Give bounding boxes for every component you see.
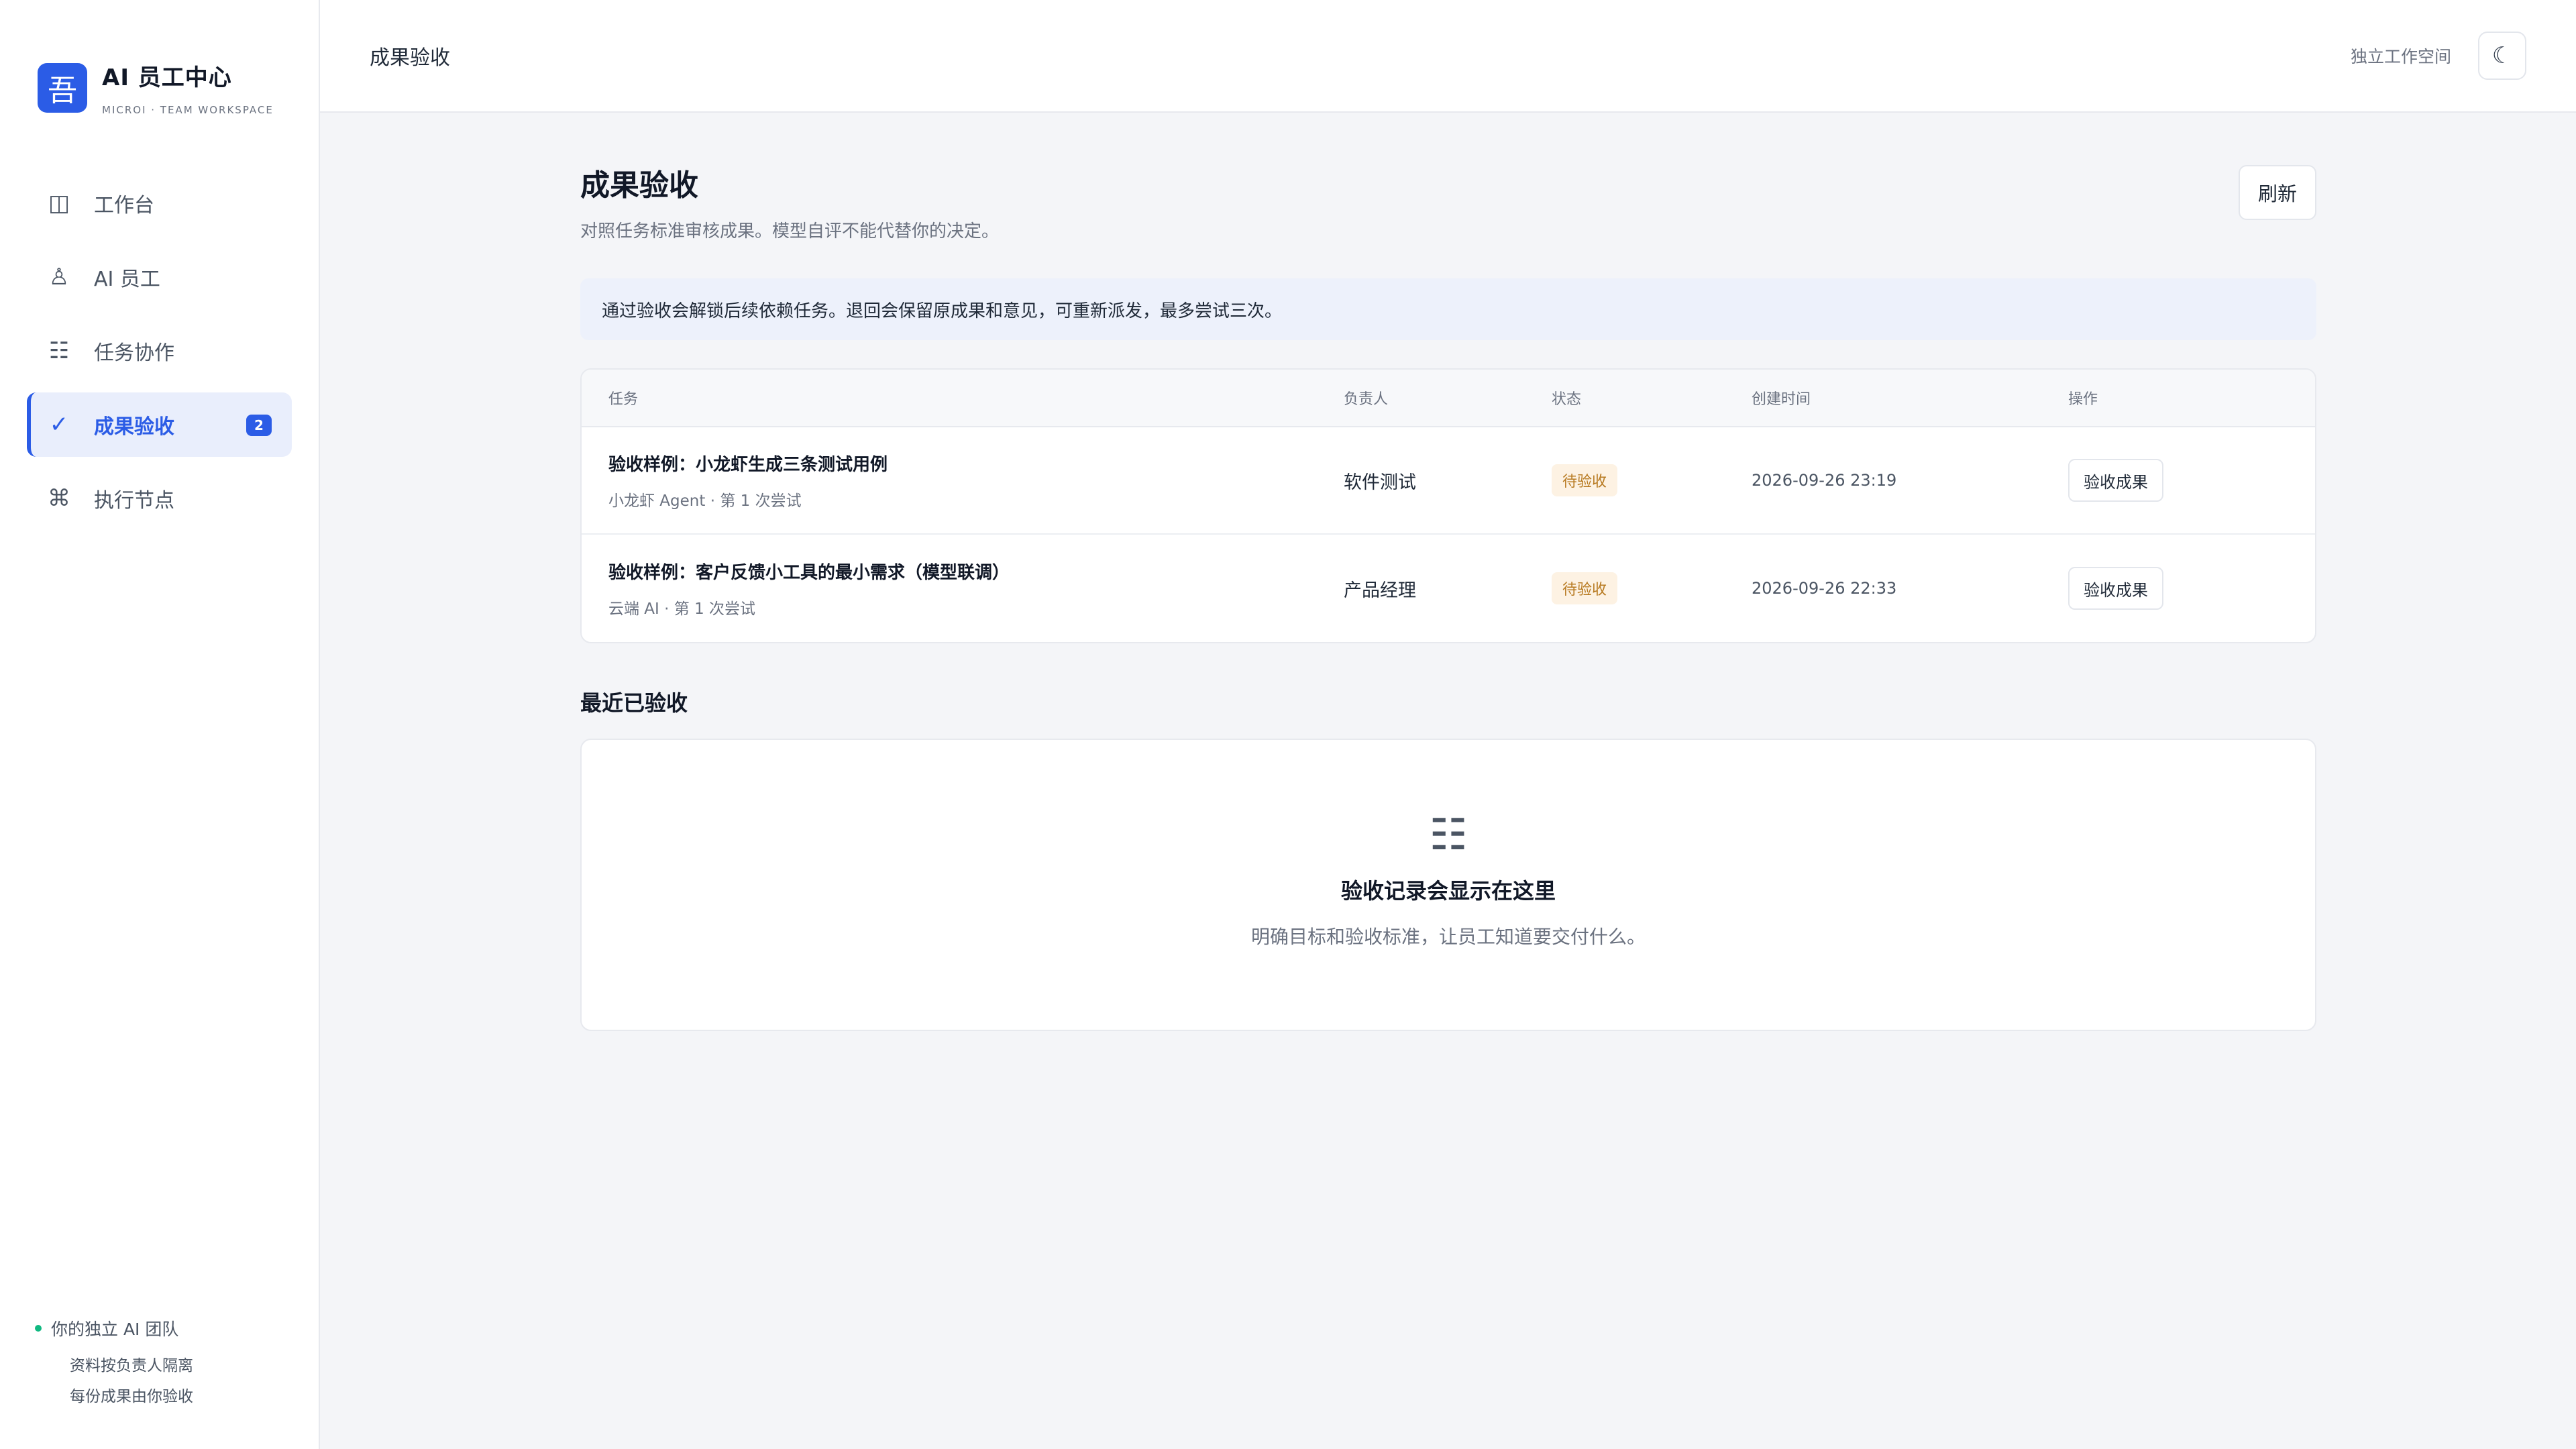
sidebar-item-nodes[interactable]: ⌘ 执行节点 bbox=[27, 466, 292, 531]
sidebar-item-tasks[interactable]: ☷ 任务协作 bbox=[27, 319, 292, 383]
created-time-cell: 2026-09-26 22:33 bbox=[1752, 579, 1897, 598]
column-header-status: 状态 bbox=[1552, 391, 1582, 408]
theme-toggle-button[interactable]: ☾ bbox=[2478, 32, 2526, 80]
status-cell: 待验收 bbox=[1552, 572, 1752, 604]
main-area: 成果验收 独立工作空间 ☾ 成果验收 对照任务标准审核成果。模型自评不能代替你的… bbox=[320, 0, 2576, 1449]
empty-state-title: 验收记录会显示在这里 bbox=[1340, 878, 1556, 904]
sidebar-footer: 你的独立 AI 团队 资料按负责人隔离 每份成果由你验收 bbox=[35, 1316, 193, 1406]
status-cell: 待验收 bbox=[1552, 464, 1752, 496]
topbar-right: 独立工作空间 ☾ bbox=[2351, 32, 2526, 80]
command-icon: ⌘ bbox=[48, 485, 70, 512]
sidebar-item-label: 执行节点 bbox=[94, 489, 174, 513]
task-title: 验收样例：客户反馈小工具的最小需求（模型联调） bbox=[608, 562, 1010, 583]
column-header-action: 操作 bbox=[2068, 391, 2098, 408]
task-title: 验收样例：小龙虾生成三条测试用例 bbox=[608, 454, 888, 475]
status-badge: 待验收 bbox=[1552, 464, 1618, 496]
table-row: 验收样例：客户反馈小工具的最小需求（模型联调） 云端 AI · 第 1 次尝试 … bbox=[582, 535, 2315, 642]
sidebar-item-label: 任务协作 bbox=[94, 341, 174, 365]
sidebar: 吾 AI 员工中心 MICROI · TEAM WORKSPACE ◫ 工作台 … bbox=[0, 0, 320, 1449]
empty-state-description: 明确目标和验收标准，让员工知道要交付什么。 bbox=[1250, 926, 1646, 948]
task-meta: 小龙虾 Agent · 第 1 次尝试 bbox=[608, 492, 802, 510]
empty-state: ☷ 验收记录会显示在这里 明确目标和验收标准，让员工知道要交付什么。 bbox=[580, 739, 2316, 1031]
task-meta: 云端 AI · 第 1 次尝试 bbox=[608, 600, 756, 618]
refresh-button[interactable]: 刷新 bbox=[2239, 165, 2316, 220]
count-badge: 2 bbox=[246, 415, 272, 436]
workspace-label: 独立工作空间 bbox=[2350, 47, 2451, 66]
status-badge: 待验收 bbox=[1552, 572, 1618, 604]
page-title: 成果验收 bbox=[580, 168, 698, 203]
agent-icon: ♙ bbox=[48, 264, 70, 290]
table-header: 任务 负责人 状态 创建时间 操作 bbox=[582, 370, 2315, 427]
brand[interactable]: 吾 AI 员工中心 MICROI · TEAM WORKSPACE bbox=[27, 59, 292, 116]
column-header-owner: 负责人 bbox=[1344, 391, 1389, 408]
topbar-title: 成果验收 bbox=[370, 46, 450, 70]
app-root: 吾 AI 员工中心 MICROI · TEAM WORKSPACE ◫ 工作台 … bbox=[0, 0, 2576, 1449]
task-cell: 验收样例：小龙虾生成三条测试用例 小龙虾 Agent · 第 1 次尝试 bbox=[582, 451, 1344, 511]
team-status-label: 你的独立 AI 团队 bbox=[51, 1320, 179, 1339]
recent-section-title: 最近已验收 bbox=[580, 690, 688, 716]
table-row: 验收样例：小龙虾生成三条测试用例 小龙虾 Agent · 第 1 次尝试 软件测… bbox=[582, 427, 2315, 535]
task-cell: 验收样例：客户反馈小工具的最小需求（模型联调） 云端 AI · 第 1 次尝试 bbox=[582, 559, 1344, 619]
sidebar-item-workbench[interactable]: ◫ 工作台 bbox=[27, 171, 292, 235]
sidebar-item-acceptance[interactable]: ✓ 成果验收 2 bbox=[27, 392, 292, 457]
online-dot-icon bbox=[35, 1325, 42, 1332]
review-result-button[interactable]: 验收成果 bbox=[2068, 567, 2163, 610]
team-status: 你的独立 AI 团队 bbox=[35, 1316, 193, 1340]
column-header-created: 创建时间 bbox=[1752, 391, 1811, 408]
info-notice: 通过验收会解锁后续依赖任务。退回会保留原成果和意见，可重新派发，最多尝试三次。 bbox=[580, 278, 2316, 340]
page-header: 成果验收 对照任务标准审核成果。模型自评不能代替你的决定。 刷新 bbox=[580, 161, 2316, 242]
owner-cell: 产品经理 bbox=[1344, 580, 1416, 601]
page-description: 对照任务标准审核成果。模型自评不能代替你的决定。 bbox=[580, 221, 1000, 241]
pending-table: 任务 负责人 状态 创建时间 操作 验收样例：小龙虾生成三条测试用例 小龙虾 A… bbox=[580, 368, 2316, 643]
review-result-button[interactable]: 验收成果 bbox=[2068, 459, 2163, 502]
sidebar-item-label: 成果验收 bbox=[94, 415, 174, 439]
brand-text: AI 员工中心 MICROI · TEAM WORKSPACE bbox=[102, 59, 274, 116]
columns-icon: ◫ bbox=[48, 190, 70, 217]
column-header-task: 任务 bbox=[608, 391, 639, 408]
page-heading: 成果验收 对照任务标准审核成果。模型自评不能代替你的决定。 bbox=[580, 161, 999, 242]
sidebar-item-label: AI 员工 bbox=[94, 268, 160, 291]
sidebar-nav: ◫ 工作台 ♙ AI 员工 ☷ 任务协作 ✓ 成果验收 2 ⌘ 执行节点 bbox=[27, 171, 292, 531]
list-icon: ☷ bbox=[48, 337, 70, 364]
check-icon: ✓ bbox=[49, 411, 69, 438]
owner-cell: 软件测试 bbox=[1344, 472, 1416, 493]
action-cell: 验收成果 bbox=[2068, 567, 2315, 610]
sidebar-item-label: 工作台 bbox=[94, 194, 154, 217]
page-content: 成果验收 对照任务标准审核成果。模型自评不能代替你的决定。 刷新 通过验收会解锁… bbox=[580, 113, 2316, 1031]
moon-icon: ☾ bbox=[2491, 43, 2513, 68]
brand-title: AI 员工中心 bbox=[102, 64, 232, 91]
brand-logo: 吾 bbox=[38, 62, 87, 113]
action-cell: 验收成果 bbox=[2068, 459, 2315, 502]
topbar: 成果验收 独立工作空间 ☾ bbox=[320, 0, 2576, 113]
footer-line: 每份成果由你验收 bbox=[70, 1388, 193, 1405]
brand-subtitle: MICROI · TEAM WORKSPACE bbox=[102, 104, 274, 116]
footer-line: 资料按负责人隔离 bbox=[70, 1357, 193, 1375]
list-icon: ☷ bbox=[1429, 810, 1468, 860]
sidebar-item-ai-employees[interactable]: ♙ AI 员工 bbox=[27, 245, 292, 309]
created-time-cell: 2026-09-26 23:19 bbox=[1752, 471, 1897, 490]
